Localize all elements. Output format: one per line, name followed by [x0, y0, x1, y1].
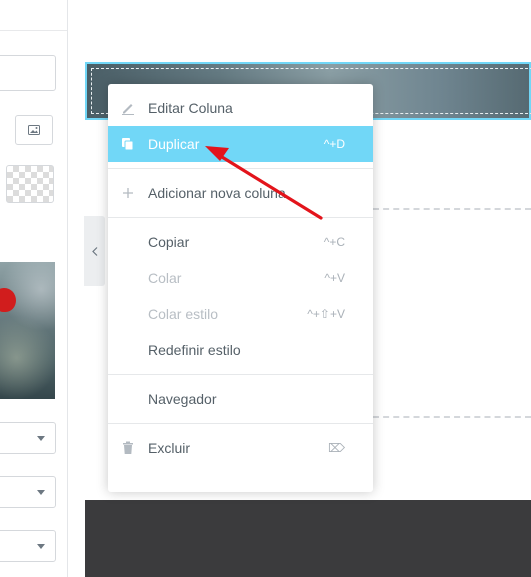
- menu-item-label: Copiar: [148, 234, 190, 250]
- shortcut-label: ^+V: [324, 271, 345, 285]
- menu-divider: [108, 423, 373, 424]
- menu-item-reset-style[interactable]: Redefinir estilo: [108, 332, 373, 368]
- menu-divider: [108, 374, 373, 375]
- menu-item-copy[interactable]: Copiar ^+C: [108, 224, 373, 260]
- menu-divider: [108, 217, 373, 218]
- select-field-1[interactable]: [0, 422, 56, 454]
- chevron-left-icon: [91, 246, 97, 256]
- chevron-down-icon: [37, 436, 45, 441]
- empty-column-border-bottom: [373, 416, 531, 418]
- menu-item-delete[interactable]: Excluir ⌦: [108, 430, 373, 466]
- menu-item-paste[interactable]: Colar ^+V: [108, 260, 373, 296]
- select-field-2[interactable]: [0, 476, 56, 508]
- delete-key-icon: ⌦: [328, 441, 345, 455]
- chevron-down-icon: [37, 490, 45, 495]
- text-input-field[interactable]: [0, 55, 56, 91]
- context-menu: Editar Coluna Duplicar ^+D Adicionar nov…: [108, 84, 373, 492]
- pencil-icon: [121, 101, 135, 115]
- editor-panel: [0, 0, 68, 577]
- menu-item-add-column[interactable]: Adicionar nova coluna: [108, 175, 373, 211]
- menu-item-label: Excluir: [148, 440, 191, 456]
- image-icon: [28, 125, 40, 135]
- chevron-down-icon: [37, 544, 45, 549]
- menu-item-duplicate[interactable]: Duplicar ^+D: [108, 126, 373, 162]
- menu-item-label: Duplicar: [148, 136, 200, 152]
- plus-icon: [121, 186, 135, 200]
- menu-divider: [108, 168, 373, 169]
- trash-icon: [121, 441, 135, 455]
- footer-section: [85, 500, 531, 577]
- menu-item-edit-column[interactable]: Editar Coluna: [108, 90, 373, 126]
- copy-icon: [121, 137, 135, 151]
- color-swatch-transparent[interactable]: [6, 165, 54, 203]
- shortcut-label: ^+C: [323, 235, 345, 249]
- panel-collapse-toggle[interactable]: [84, 216, 105, 286]
- menu-item-label: Colar estilo: [148, 306, 219, 322]
- menu-item-label: Editar Coluna: [148, 100, 233, 116]
- empty-column-border-top: [373, 208, 531, 210]
- panel-divider: [0, 30, 67, 31]
- select-field-3[interactable]: [0, 530, 56, 562]
- menu-item-paste-style[interactable]: Colar estilo ^+⇧+V: [108, 296, 373, 332]
- menu-item-label: Navegador: [148, 391, 217, 407]
- shortcut-label: ^+D: [323, 137, 345, 151]
- shortcut-label: ^+⇧+V: [307, 307, 345, 321]
- menu-item-label: Colar: [148, 270, 182, 286]
- menu-item-label: Adicionar nova coluna: [148, 185, 286, 201]
- media-library-button[interactable]: [15, 115, 53, 145]
- background-image-preview[interactable]: [0, 262, 55, 399]
- menu-item-navigator[interactable]: Navegador: [108, 381, 373, 417]
- menu-item-label: Redefinir estilo: [148, 342, 241, 358]
- poppy-flower: [0, 288, 16, 312]
